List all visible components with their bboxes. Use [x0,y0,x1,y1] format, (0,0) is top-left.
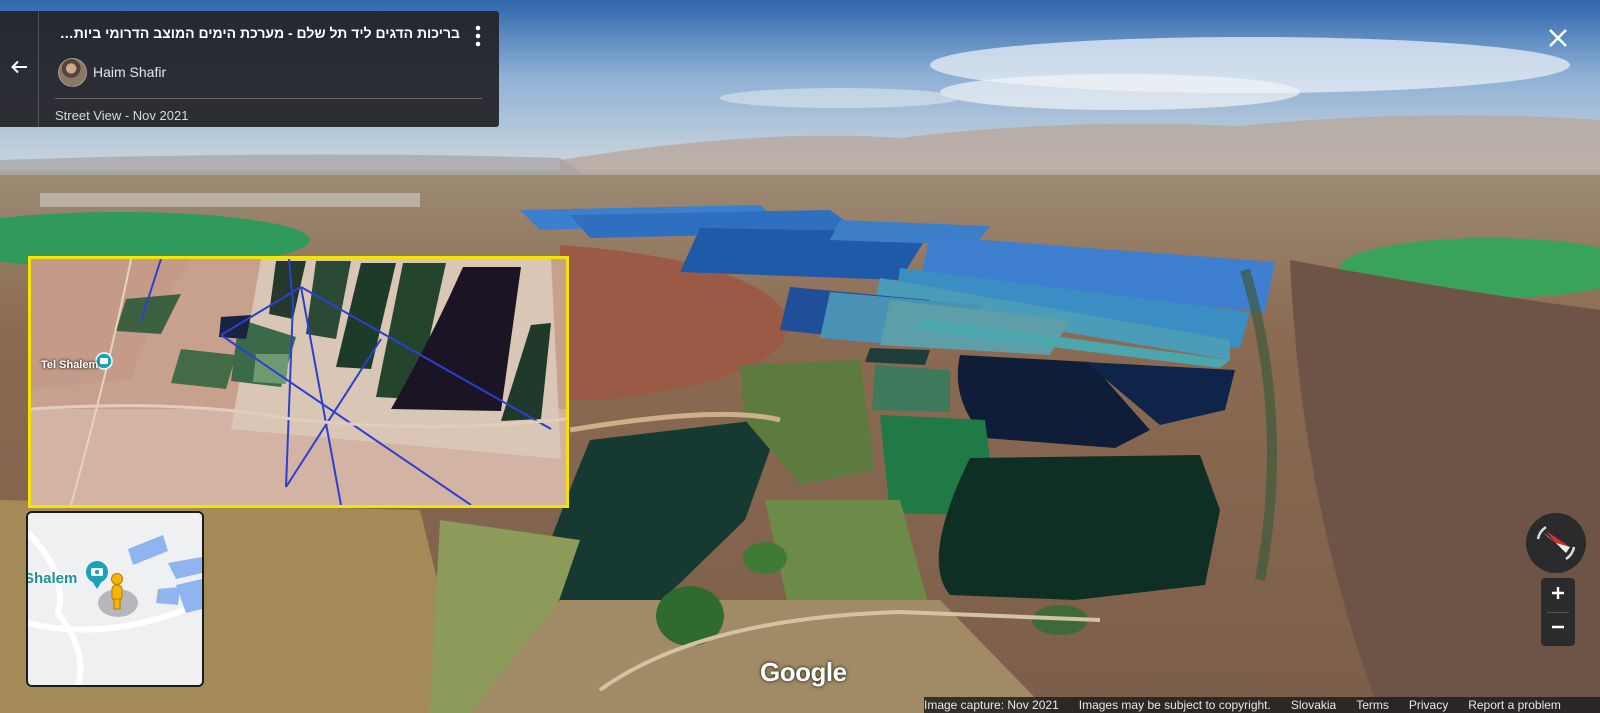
compass-icon [1536,525,1576,561]
capture-date-label: Street View - Nov 2021 [55,108,189,123]
zoom-out-button[interactable] [1541,612,1575,646]
image-capture-date: Image capture: Nov 2021 [924,698,1059,712]
map-place-label: Shalem [26,570,78,587]
minus-icon [1551,620,1565,639]
close-button[interactable] [1544,26,1572,54]
card-divider [55,98,482,99]
privacy-link[interactable]: Privacy [1409,698,1448,712]
close-icon [1548,28,1568,53]
mini-map[interactable]: Shalem [26,511,204,687]
footer-bar: Image capture: Nov 2021 Images may be su… [924,697,1600,713]
compass-button[interactable] [1526,513,1586,573]
copyright-notice: Images may be subject to copyright. [1078,698,1271,712]
more-options-button[interactable] [470,25,486,51]
highlighted-aerial-inset: Tel Shalem [28,256,569,508]
photo-title: בריכות הדגים ליד תל שלם - מערכת הימים המ… [56,25,460,41]
zoom-control [1541,578,1575,646]
author-name-link[interactable]: Haim Shafir [93,64,166,80]
google-logo: Google [760,657,847,687]
place-info-card: בריכות הדגים ליד תל שלם - מערכת הימים המ… [0,11,499,127]
mini-map-scene [28,513,202,685]
report-problem-link[interactable]: Report a problem [1468,698,1561,712]
overlay-place-label: Tel Shalem [41,359,99,371]
author-avatar[interactable] [58,58,87,87]
terms-link[interactable]: Terms [1356,698,1389,712]
plus-icon [1551,586,1565,605]
aerial-inset-scene [31,259,566,505]
country-link[interactable]: Slovakia [1291,698,1336,712]
back-button[interactable] [0,11,39,127]
arrow-left-icon [10,60,28,79]
more-vert-icon [475,25,481,52]
camera-pin-icon [95,352,113,370]
zoom-divider [1547,612,1569,613]
zoom-in-button[interactable] [1541,578,1575,612]
